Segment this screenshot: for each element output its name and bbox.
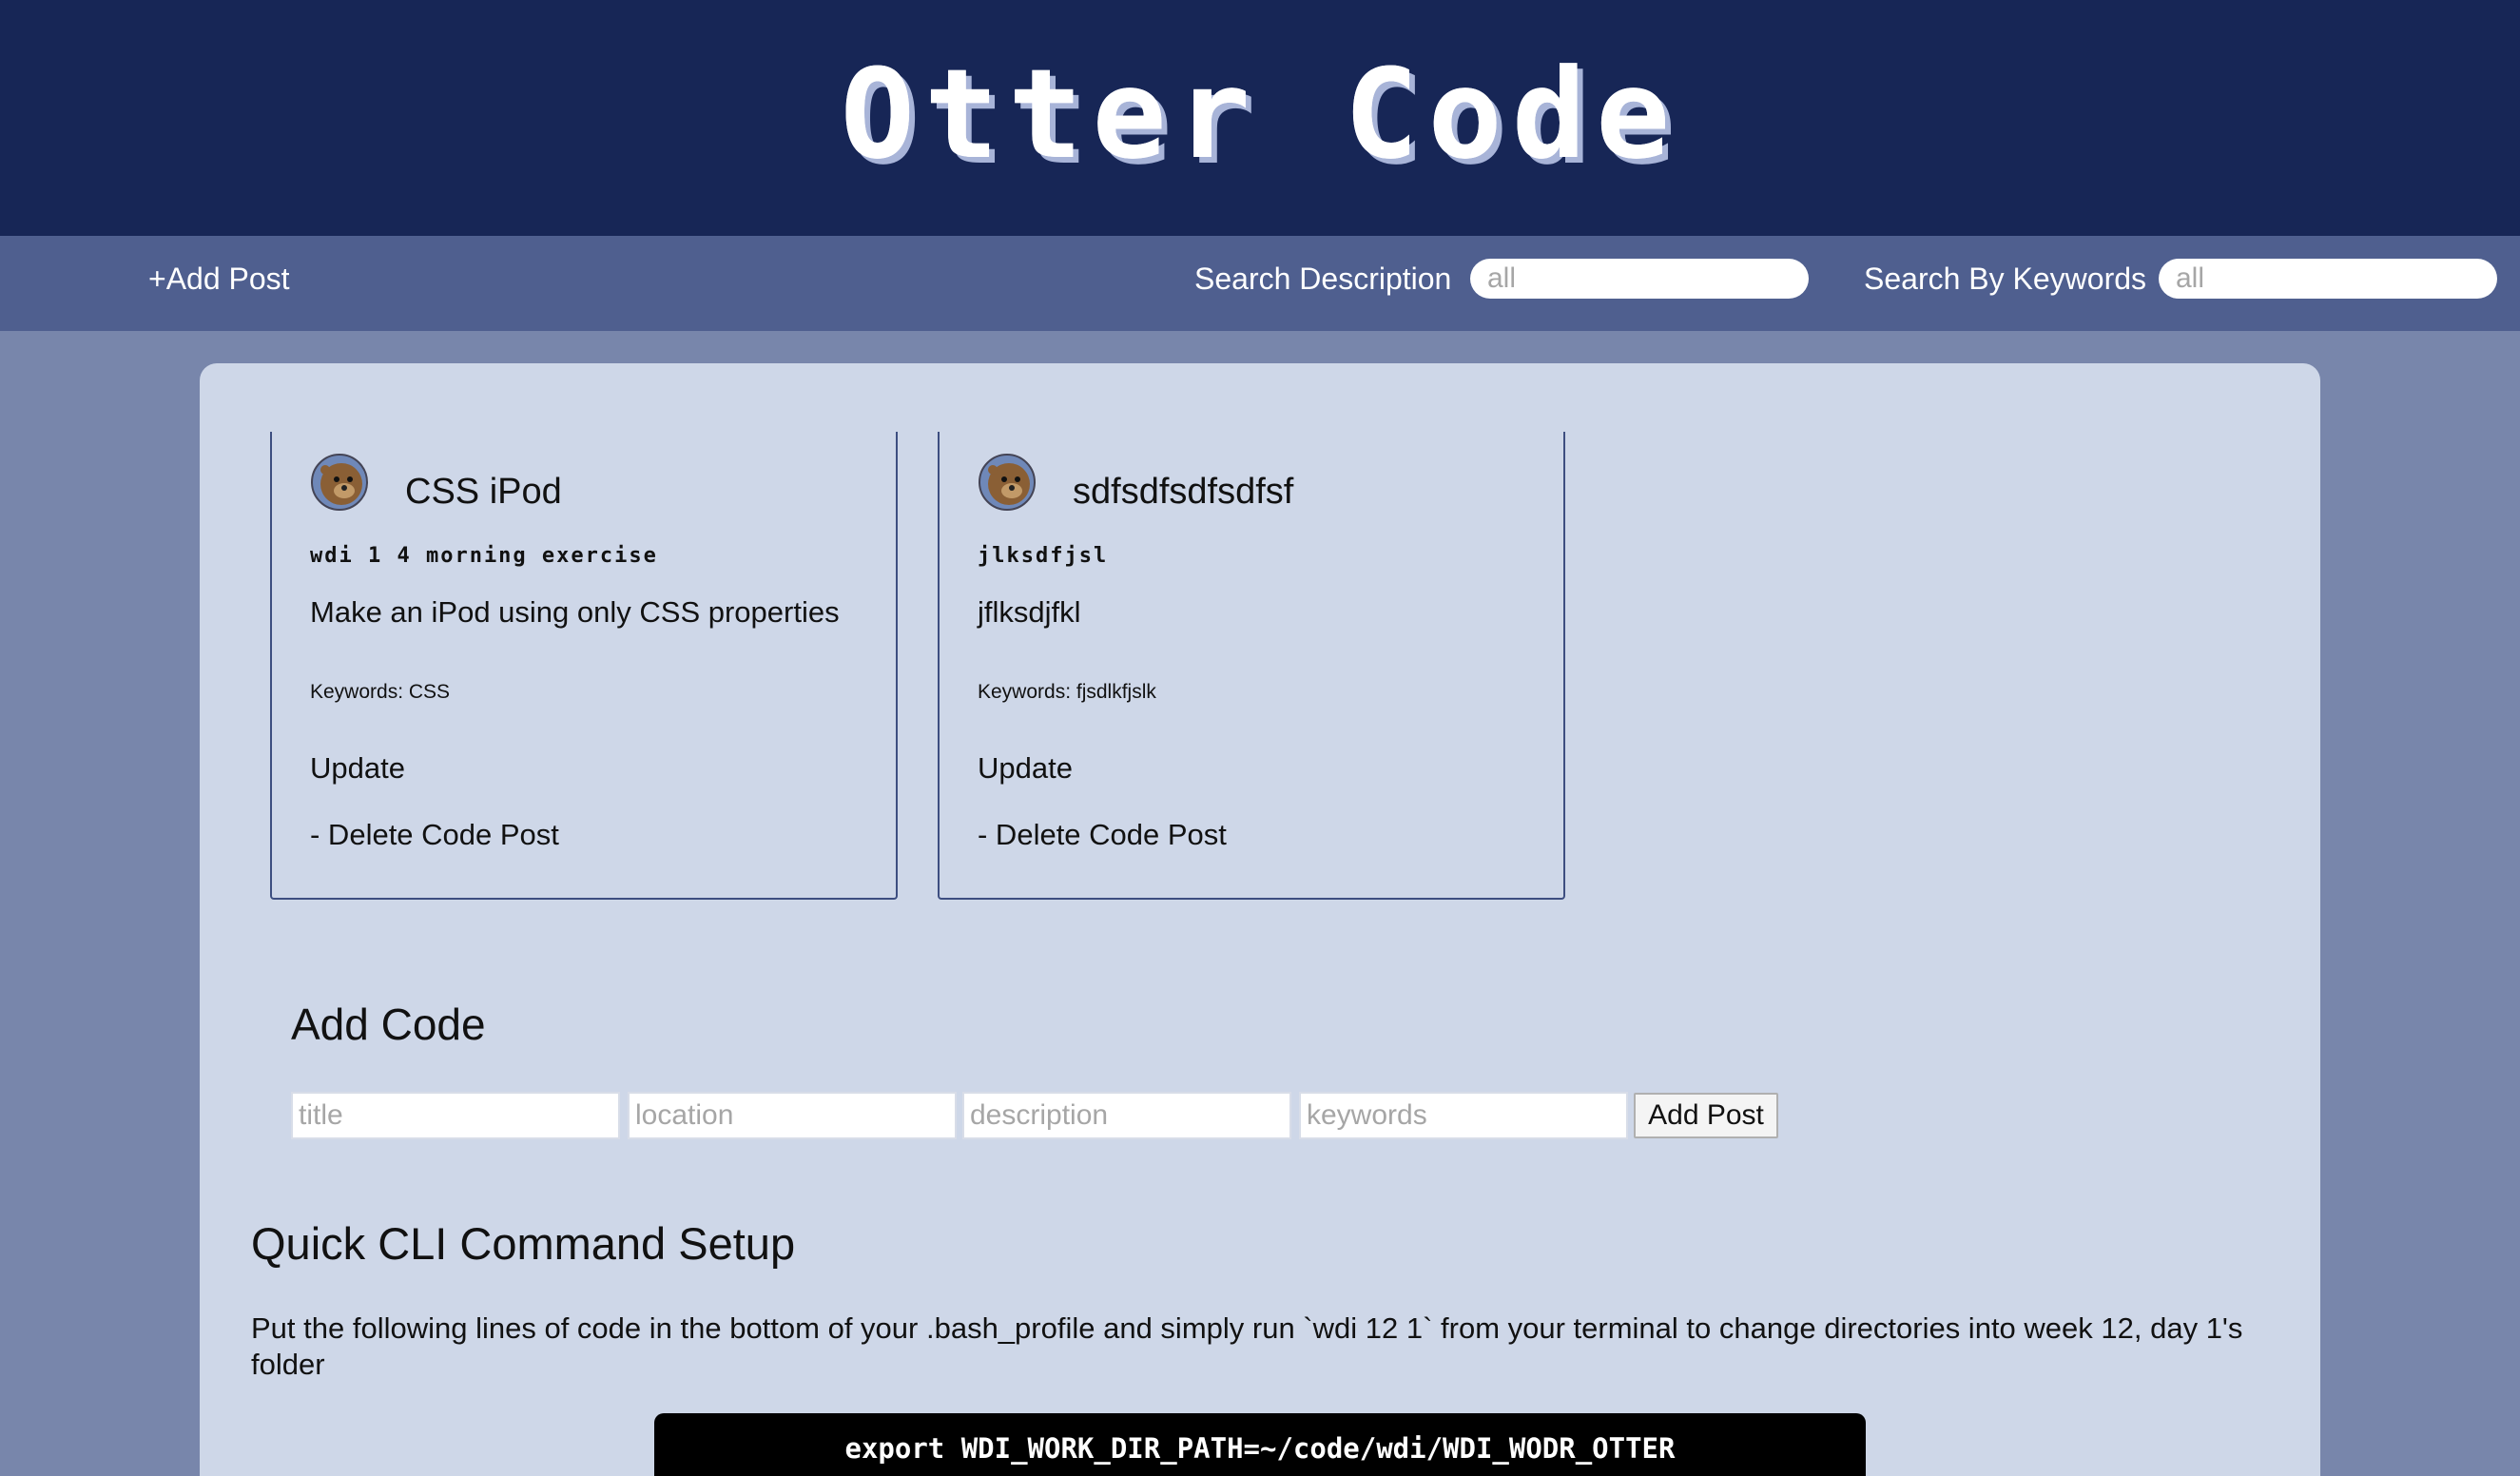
cli-instructions: Put the following lines of code in the b… xyxy=(251,1311,2243,1381)
post-description: jflksdjfkl xyxy=(978,595,1081,629)
main-panel: CSS iPod wdi 1 4 morning exercise Make a… xyxy=(200,363,2320,1476)
add-code-heading: Add Code xyxy=(291,1000,486,1049)
site-logo-title: Otter Code xyxy=(840,42,1680,186)
post-location: jlksdfjsl xyxy=(978,544,1109,568)
otter-avatar-icon xyxy=(310,453,369,512)
post-title: sdfsdfsdfsdfsf xyxy=(1073,472,1294,512)
otter-avatar-icon xyxy=(978,453,1037,512)
site-header: Otter Code xyxy=(0,0,2520,236)
code-post-card: sdfsdfsdfsdfsf jlksdfjsl jflksdjfkl Keyw… xyxy=(938,432,1565,900)
location-input[interactable] xyxy=(628,1092,957,1139)
search-description-label: Search Description xyxy=(1194,262,1452,296)
code-line: export WDI_WORK_DIR_PATH=~/code/wdi/WDI_… xyxy=(844,1432,1676,1465)
delete-post-link[interactable]: - Delete Code Post xyxy=(978,818,1227,852)
add-post-link[interactable]: +Add Post xyxy=(148,262,290,297)
search-keywords-label: Search By Keywords xyxy=(1864,262,2147,296)
title-input[interactable] xyxy=(291,1092,620,1139)
search-description-input[interactable] xyxy=(1470,259,1809,299)
keywords-input[interactable] xyxy=(1299,1092,1628,1139)
post-title: CSS iPod xyxy=(405,472,562,512)
code-post-card: CSS iPod wdi 1 4 morning exercise Make a… xyxy=(270,432,898,900)
cli-setup-heading: Quick CLI Command Setup xyxy=(251,1218,796,1269)
code-snippet: export WDI_WORK_DIR_PATH=~/code/wdi/WDI_… xyxy=(654,1413,1866,1476)
nav-bar: +Add Post Search Description Search By K… xyxy=(0,236,2520,331)
post-location: wdi 1 4 morning exercise xyxy=(310,544,658,568)
post-keywords: Keywords: CSS xyxy=(310,681,451,703)
add-post-button[interactable]: Add Post xyxy=(1634,1093,1778,1138)
update-post-link[interactable]: Update xyxy=(310,751,405,786)
search-keywords-input[interactable] xyxy=(2159,259,2497,299)
post-description: Make an iPod using only CSS properties xyxy=(310,595,840,629)
delete-post-link[interactable]: - Delete Code Post xyxy=(310,818,559,852)
description-input[interactable] xyxy=(962,1092,1291,1139)
update-post-link[interactable]: Update xyxy=(978,751,1073,786)
post-keywords: Keywords: fjsdlkfjslk xyxy=(978,681,1156,703)
